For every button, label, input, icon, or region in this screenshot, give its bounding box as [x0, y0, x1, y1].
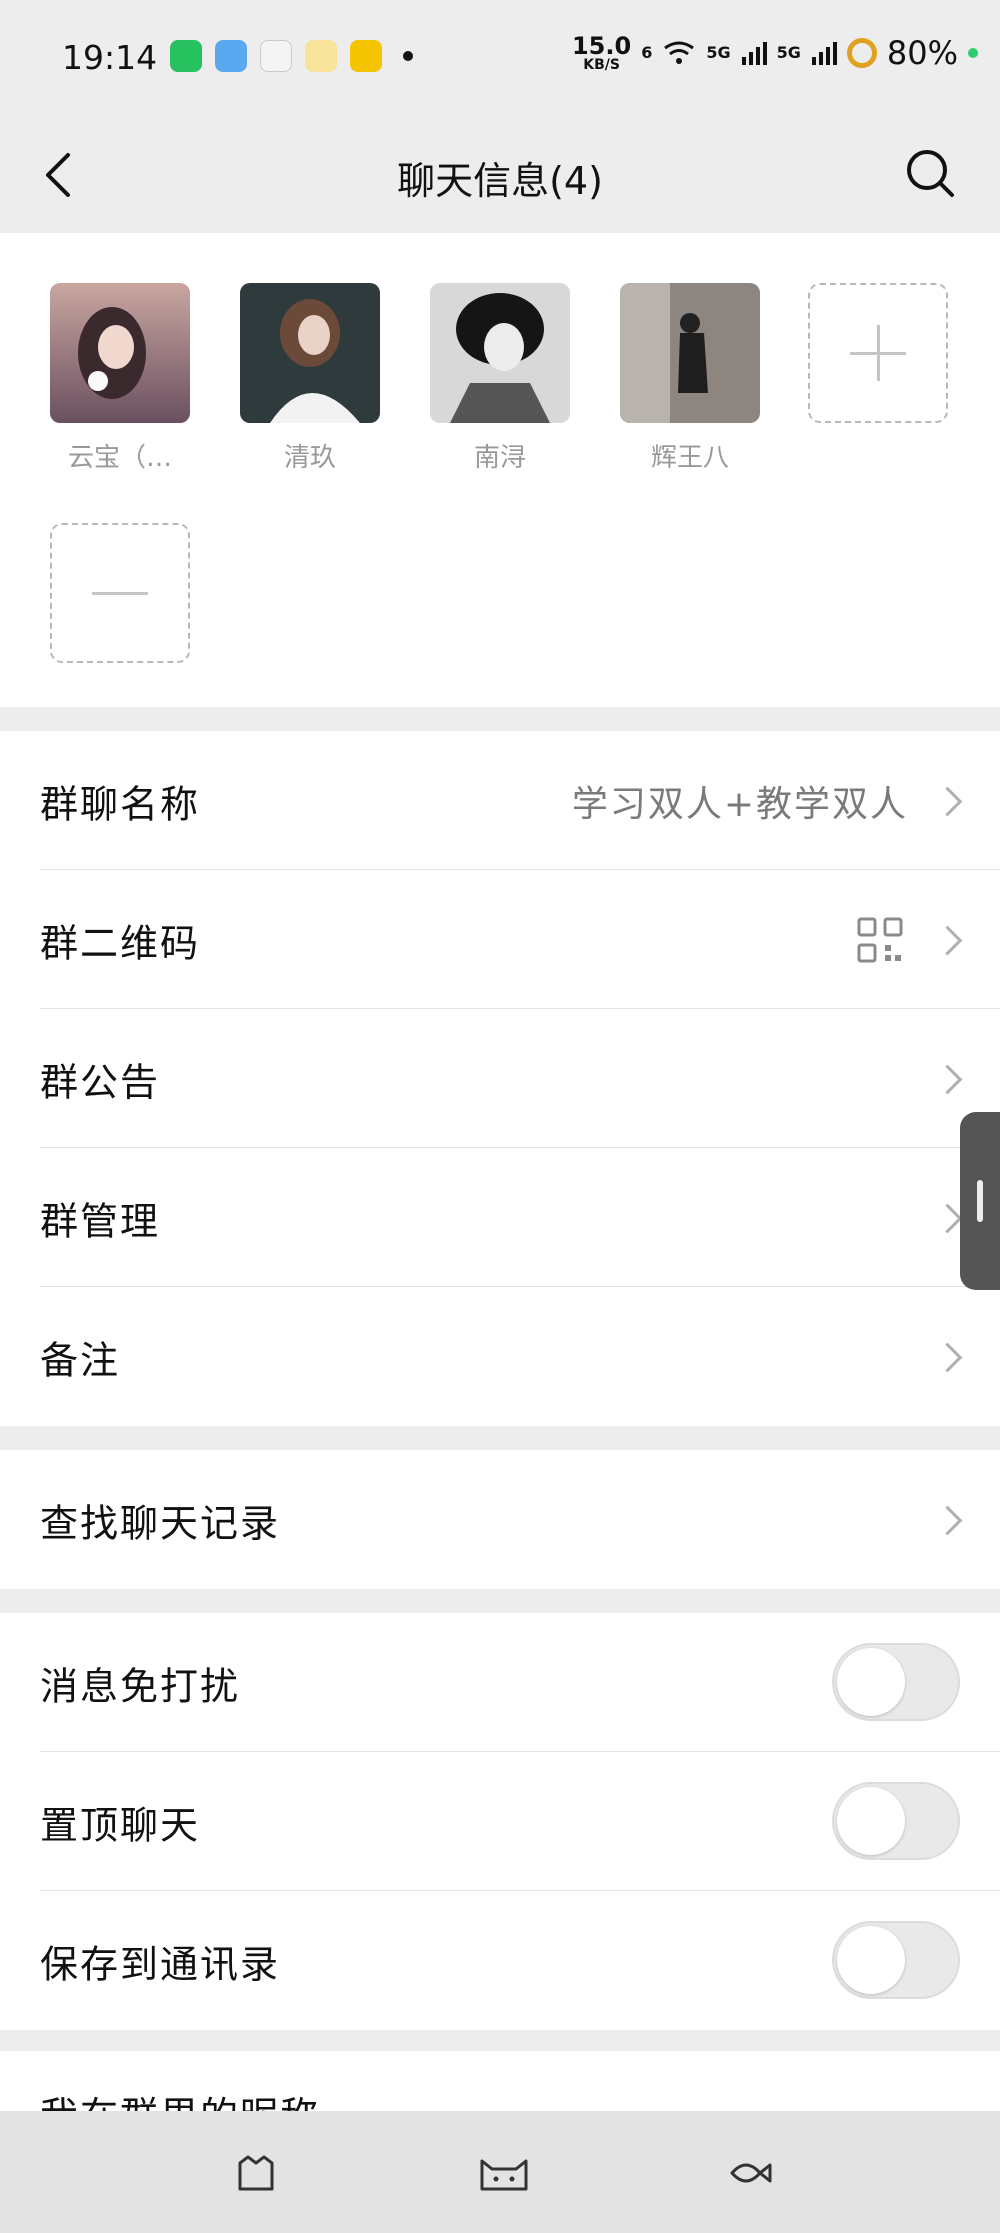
- mute-row: 消息免打扰: [0, 1613, 1000, 1752]
- signal-5g-1: 5G: [706, 43, 731, 62]
- group-manage-row[interactable]: 群管理: [0, 1148, 1000, 1287]
- chevron-right-icon: [932, 925, 963, 955]
- avatar[interactable]: [430, 283, 570, 423]
- pin-label: 置顶聊天: [40, 1803, 201, 1847]
- group-name-value: 学习双人+教学双人: [571, 783, 908, 825]
- battery-percent: 80%: [886, 34, 958, 72]
- member-grid: 云宝（… 清玖 南浔 辉王八: [0, 233, 1000, 707]
- chevron-right-icon: [932, 1203, 963, 1233]
- net-speed: 15.0 KB/S: [571, 32, 632, 73]
- member-name: 南浔: [473, 443, 526, 473]
- mute-label: 消息免打扰: [40, 1664, 241, 1708]
- hd-indicator: 6: [641, 43, 653, 62]
- toggle-knob: [837, 1647, 905, 1716]
- group-qr-label: 群二维码: [40, 921, 201, 965]
- page-title: 聊天信息(4): [397, 159, 603, 203]
- toggle-knob: [837, 1786, 905, 1855]
- my-nickname-row[interactable]: 我在群里的昵称: [0, 2051, 1000, 2111]
- weather-icon: [215, 40, 247, 72]
- crown-bag-icon[interactable]: [232, 2149, 280, 2197]
- plus-icon[interactable]: [808, 283, 948, 423]
- member-item[interactable]: 云宝（…: [50, 283, 190, 474]
- qr-code-icon: [857, 917, 903, 962]
- seven-app-icon: [350, 40, 382, 72]
- avatar[interactable]: [620, 283, 760, 423]
- pin-toggle[interactable]: [832, 1781, 960, 1860]
- signal-bars-icon: [811, 42, 837, 65]
- group-qr-row[interactable]: 群二维码: [0, 870, 1000, 1009]
- signal-5g-2: 5G: [776, 43, 801, 62]
- save-contacts-label: 保存到通讯录: [40, 1942, 281, 1986]
- mute-toggle[interactable]: [832, 1642, 960, 1721]
- title-bar: 聊天信息(4): [0, 115, 1000, 233]
- wifi-icon: [664, 41, 695, 64]
- remove-member-button[interactable]: [50, 523, 190, 663]
- member-name: 辉王八: [650, 443, 729, 473]
- search-icon[interactable]: [900, 143, 960, 203]
- member-item[interactable]: 辉王八: [620, 283, 760, 474]
- add-member-button[interactable]: [808, 283, 948, 423]
- minus-icon[interactable]: [50, 523, 190, 663]
- bottom-bar: [0, 2111, 1000, 2233]
- chevron-right-icon: [932, 1342, 963, 1372]
- status-bar: 19:14 15.0 KB/S 6 5G 5G 80%: [0, 0, 1000, 115]
- charging-dot-icon: [968, 48, 978, 58]
- battery-icon: [846, 38, 877, 68]
- group-name-label: 群聊名称: [40, 782, 201, 826]
- member-item[interactable]: 清玖: [240, 283, 380, 474]
- member-item[interactable]: 南浔: [430, 283, 570, 474]
- save-contacts-toggle[interactable]: [832, 1920, 960, 1999]
- group-notice-row[interactable]: 群公告: [0, 1009, 1000, 1148]
- remark-row[interactable]: 备注: [0, 1287, 1000, 1426]
- search-history-row[interactable]: 查找聊天记录: [0, 1450, 1000, 1589]
- chevron-right-icon: [932, 786, 963, 816]
- chevron-right-icon: [932, 1505, 963, 1535]
- status-right: 15.0 KB/S 6 5G 5G 80%: [572, 34, 978, 72]
- group-name-row[interactable]: 群聊名称 学习双人+教学双人: [0, 731, 1000, 870]
- signal-bars-icon: [741, 42, 767, 65]
- fish-icon[interactable]: [726, 2149, 774, 2197]
- wechat-icon: [170, 40, 202, 72]
- my-nickname-label: 我在群里的昵称: [40, 2085, 320, 2111]
- member-name: 清玖: [283, 443, 336, 473]
- chevron-right-icon: [932, 1064, 963, 1094]
- status-time: 19:14: [62, 38, 158, 77]
- remark-label: 备注: [40, 1338, 121, 1382]
- pin-row: 置顶聊天: [0, 1752, 1000, 1891]
- group-manage-label: 群管理: [40, 1199, 161, 1243]
- oppo-app-icon: [260, 40, 292, 72]
- notification-dot-icon: [403, 51, 413, 61]
- status-app-icons: [170, 40, 413, 72]
- cartoon-app-icon: [305, 40, 337, 72]
- avatar[interactable]: [50, 283, 190, 423]
- save-contacts-row: 保存到通讯录: [0, 1891, 1000, 2030]
- group-notice-label: 群公告: [40, 1060, 161, 1104]
- toggle-knob: [837, 1925, 905, 1994]
- search-history-group: 查找聊天记录: [0, 1450, 1000, 1589]
- group-settings: 群聊名称 学习双人+教学双人 群二维码 群公告 群管理 备注: [0, 731, 1000, 1426]
- search-history-label: 查找聊天记录: [40, 1501, 281, 1545]
- avatar[interactable]: [240, 283, 380, 423]
- side-drawer-handle[interactable]: [960, 1112, 1000, 1290]
- toggle-group: 消息免打扰 置顶聊天 保存到通讯录: [0, 1613, 1000, 2030]
- member-name: 云宝（…: [67, 443, 172, 473]
- cat-icon[interactable]: [476, 2149, 532, 2197]
